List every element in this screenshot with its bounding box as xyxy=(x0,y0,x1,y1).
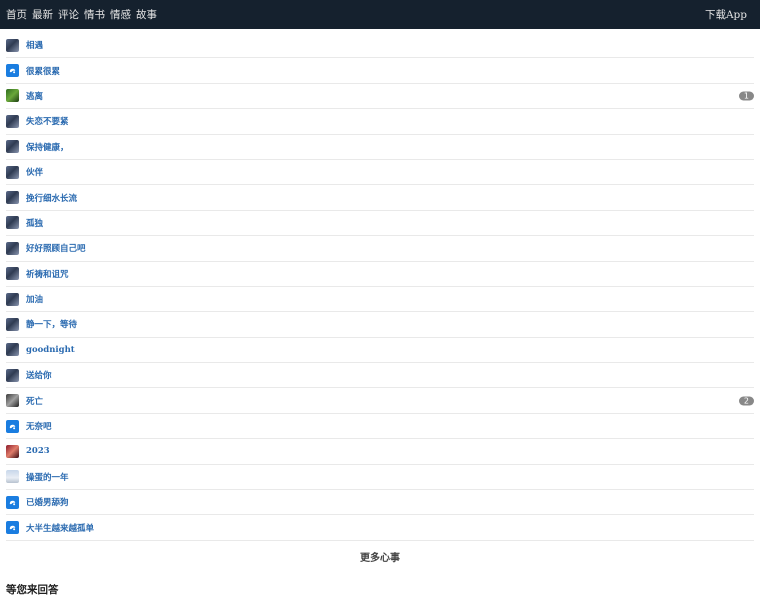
app-logo-avatar[interactable] xyxy=(6,419,19,433)
post-title-link[interactable]: 失恋不要紧 xyxy=(26,115,69,127)
post-title-link[interactable]: 静一下，等待 xyxy=(26,318,77,330)
nav-menu: 首页 最新 评论 情书 情感 故事 xyxy=(6,7,157,22)
nav-emotions[interactable]: 情感 xyxy=(110,7,131,22)
app-logo-icon xyxy=(9,500,16,506)
list-item[interactable]: 伙伴 xyxy=(6,160,754,186)
post-title-link[interactable]: 孤独 xyxy=(26,217,43,229)
user-avatar[interactable] xyxy=(6,165,19,179)
app-logo-icon xyxy=(9,68,16,74)
post-title-link[interactable]: 相遇 xyxy=(26,39,43,51)
post-title-link[interactable]: 加油 xyxy=(26,293,43,305)
list-item[interactable]: 操蛋的一年 xyxy=(6,465,754,491)
post-title-link[interactable]: 伙伴 xyxy=(26,166,43,178)
list-item[interactable]: 2023 xyxy=(6,439,754,465)
user-avatar[interactable] xyxy=(6,114,19,128)
app-logo-avatar[interactable] xyxy=(6,64,19,78)
list-item[interactable]: 静一下，等待 xyxy=(6,312,754,338)
more-posts-button[interactable]: 更多心事 xyxy=(0,549,760,564)
list-item[interactable]: 挽行细水长流 xyxy=(6,185,754,211)
post-title-link[interactable]: 逃离 xyxy=(26,90,43,102)
nav-love-letters[interactable]: 情书 xyxy=(84,7,105,22)
app-logo-avatar[interactable] xyxy=(6,521,19,535)
app-logo-icon xyxy=(9,525,16,531)
user-avatar[interactable] xyxy=(6,368,19,382)
app-logo-icon xyxy=(9,424,16,429)
user-avatar[interactable] xyxy=(6,191,19,205)
user-avatar[interactable] xyxy=(6,394,19,408)
post-title-link[interactable]: 死亡 xyxy=(26,395,43,407)
list-item[interactable]: 无奈吧 xyxy=(6,414,754,440)
list-item[interactable]: 祈祷和诅咒 xyxy=(6,262,754,287)
user-avatar[interactable] xyxy=(6,216,19,230)
user-avatar[interactable] xyxy=(6,343,19,357)
user-avatar[interactable] xyxy=(6,140,19,154)
post-title-link[interactable]: 2023 xyxy=(26,446,50,456)
user-avatar[interactable] xyxy=(6,444,19,458)
download-app-link[interactable]: 下载App xyxy=(705,7,747,22)
user-avatar[interactable] xyxy=(6,470,19,484)
list-item[interactable]: 加油 xyxy=(6,287,754,313)
user-avatar[interactable] xyxy=(6,292,19,306)
list-item[interactable]: 逃离 1 xyxy=(6,84,754,110)
post-title-link[interactable]: 保持健康， xyxy=(26,141,69,153)
list-item[interactable]: 相遇 xyxy=(6,33,754,59)
user-avatar[interactable] xyxy=(6,241,19,255)
reply-count-badge: 1 xyxy=(738,91,754,101)
user-avatar[interactable] xyxy=(6,89,19,103)
list-item[interactable]: 好好照顾自己吧 xyxy=(6,236,754,262)
reply-count-badge: 2 xyxy=(738,396,754,406)
user-avatar[interactable] xyxy=(6,267,19,281)
top-nav-bar: 首页 最新 评论 情书 情感 故事 下载App xyxy=(0,0,760,29)
nav-stories[interactable]: 故事 xyxy=(136,7,157,22)
list-item[interactable]: goodnight xyxy=(6,338,754,364)
list-item[interactable]: 很累很累 xyxy=(6,58,754,84)
user-avatar[interactable] xyxy=(6,317,19,331)
post-title-link[interactable]: 好好照顾自己吧 xyxy=(26,242,86,254)
list-item[interactable]: 大半生越来越孤单 xyxy=(6,515,754,541)
list-item[interactable]: 死亡 2 xyxy=(6,388,754,414)
list-item[interactable]: 失恋不要紧 xyxy=(6,109,754,135)
post-list: 相遇很累很累逃离 1 失恋不要紧保持健康， 伙伴挽行细水长流 孤独好好照顾自己吧 祈祷和诅… xyxy=(0,33,760,541)
post-title-link[interactable]: 挽行细水长流 xyxy=(26,192,77,204)
list-item[interactable]: 孤独 xyxy=(6,211,754,237)
post-title-link[interactable]: 无奈吧 xyxy=(26,420,52,432)
post-title-link[interactable]: 已婚男舔狗 xyxy=(26,496,69,508)
app-logo-avatar[interactable] xyxy=(6,495,19,509)
nav-home[interactable]: 首页 xyxy=(6,7,27,22)
nav-latest[interactable]: 最新 xyxy=(32,7,53,22)
post-title-link[interactable]: goodnight xyxy=(26,345,75,355)
post-title-link[interactable]: 祈祷和诅咒 xyxy=(26,268,69,280)
list-item[interactable]: 送给你 xyxy=(6,363,754,389)
post-title-link[interactable]: 送给你 xyxy=(26,369,52,381)
user-avatar[interactable] xyxy=(6,38,19,52)
list-item[interactable]: 保持健康， xyxy=(6,135,754,160)
nav-comments[interactable]: 评论 xyxy=(58,7,79,22)
list-item[interactable]: 已婚男舔狗 xyxy=(6,490,754,516)
post-title-link[interactable]: 操蛋的一年 xyxy=(26,471,69,483)
section-title-awaiting-answers: 等您来回答 xyxy=(6,583,59,596)
post-title-link[interactable]: 很累很累 xyxy=(26,65,60,77)
post-title-link[interactable]: 大半生越来越孤单 xyxy=(26,522,94,534)
